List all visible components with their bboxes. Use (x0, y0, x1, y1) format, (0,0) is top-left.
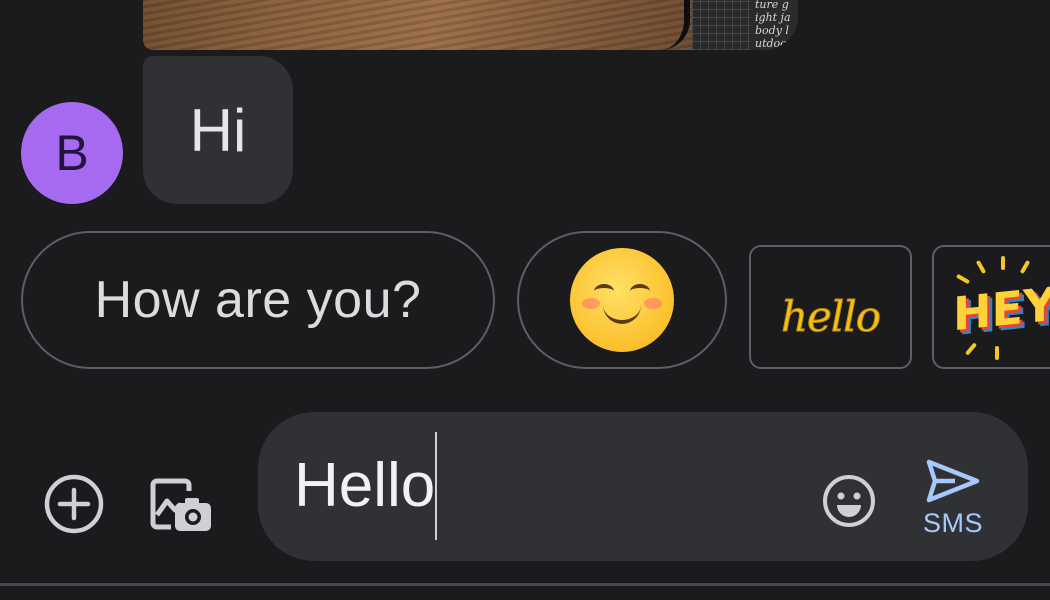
incoming-message-bubble[interactable]: Hi (143, 56, 293, 204)
image-package-text: mpe his ea ture g ight ja body l utdoor (750, 0, 798, 50)
smart-reply-label: How are you? (94, 271, 422, 329)
text-caret (435, 432, 438, 540)
hey-sticker-art: HEY (939, 252, 1050, 362)
send-icon (926, 459, 980, 503)
incoming-message-text: Hi (189, 96, 247, 164)
gallery-camera-button[interactable] (146, 466, 218, 538)
hello-sticker-art: hello (780, 291, 881, 341)
smart-reply-sticker-hello[interactable]: hello (749, 245, 912, 369)
send-sms-button[interactable]: SMS (913, 458, 993, 544)
send-sms-label: SMS (922, 508, 983, 538)
messages-screen: mpe his ea ture g ight ja body l utdoor … (0, 0, 1050, 600)
emoji-face-icon (823, 475, 875, 527)
image-message[interactable]: mpe his ea ture g ight ja body l utdoor (143, 0, 798, 50)
hey-sticker-text: HEY (952, 276, 1050, 342)
avatar-initial: B (55, 125, 89, 181)
image-cutting-mat (692, 0, 750, 50)
smiling-face-emoji-icon (570, 248, 674, 352)
add-attachment-button[interactable] (40, 470, 108, 538)
compose-bar: Hello SMS (258, 412, 1028, 561)
smart-reply-chip-text[interactable]: How are you? (21, 231, 495, 369)
message-input[interactable]: Hello (294, 432, 438, 540)
smart-reply-chip-emoji[interactable] (517, 231, 727, 369)
smart-reply-sticker-hey[interactable]: HEY (932, 245, 1050, 369)
add-circle-icon (44, 474, 104, 534)
bottom-divider (0, 583, 1050, 586)
emoji-button[interactable] (820, 472, 878, 530)
message-input-text: Hello (294, 451, 436, 520)
gallery-camera-icon (150, 478, 211, 531)
avatar[interactable]: B (21, 102, 123, 204)
